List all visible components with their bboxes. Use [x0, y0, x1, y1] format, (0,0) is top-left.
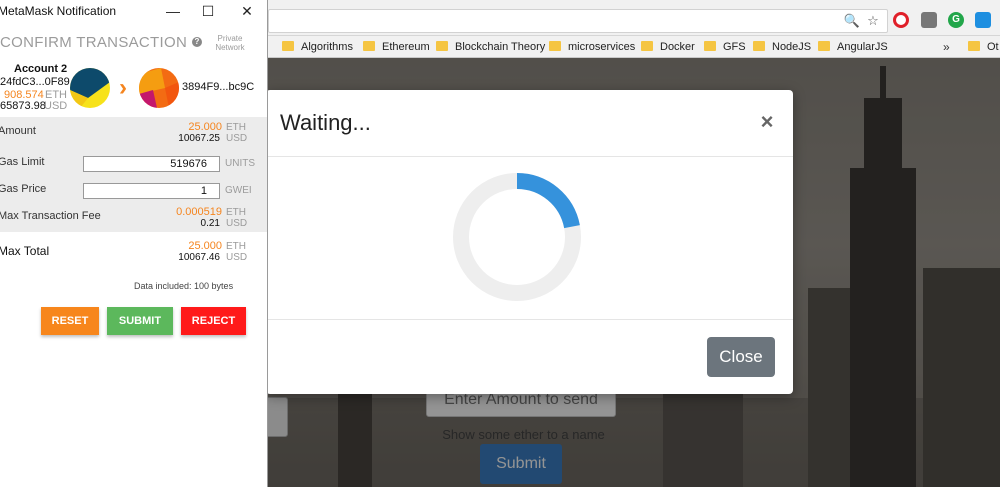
sender-avatar — [70, 68, 110, 108]
max-total-eth: 25.000 — [188, 240, 222, 252]
modal-body — [266, 157, 793, 319]
minimize-icon[interactable]: — — [163, 2, 183, 20]
folder-icon — [641, 41, 653, 51]
zoom-icon[interactable]: 🔍 — [843, 12, 861, 30]
recipient-address: 3894F9...bc9C — [182, 81, 255, 93]
address-bar[interactable] — [268, 9, 888, 33]
bookmark-star-icon[interactable]: ☆ — [864, 12, 882, 30]
bookmark-algorithms[interactable]: Algorithms — [282, 39, 353, 55]
bookmark-gfs[interactable]: GFS — [704, 39, 746, 55]
gas-price-unit: GWEI — [225, 185, 252, 196]
window-title: MetaMask Notification — [0, 4, 117, 18]
window-titlebar: MetaMask Notification — ☐ ✕ — [0, 0, 267, 22]
network-label: Private Network — [215, 34, 245, 52]
modal-header: Waiting... × — [266, 90, 793, 157]
account-address: 24fdC3...0F89 — [0, 76, 70, 88]
reset-button[interactable]: RESET — [41, 307, 99, 335]
waiting-modal: Waiting... × Close — [266, 90, 793, 394]
extension-blue-icon[interactable] — [975, 12, 991, 28]
folder-icon — [549, 41, 561, 51]
amount-usd-unit: USD — [226, 133, 248, 144]
recipient-avatar — [139, 68, 179, 108]
bookmark-blockchain-theory[interactable]: Blockchain Theory — [436, 39, 545, 55]
window-close-icon[interactable]: ✕ — [237, 2, 257, 20]
bookmark-ethereum[interactable]: Ethereum — [363, 39, 430, 55]
reject-button[interactable]: REJECT — [181, 307, 246, 335]
metamask-window: MetaMask Notification — ☐ ✕ CONFIRM TRAN… — [0, 0, 268, 487]
folder-icon — [968, 41, 980, 51]
bookmark-nodejs[interactable]: NodeJS — [753, 39, 811, 55]
max-total-eth-unit: ETH — [226, 241, 246, 252]
help-icon[interactable]: ? — [192, 37, 202, 47]
modal-footer: Close — [266, 319, 793, 394]
folder-icon — [753, 41, 765, 51]
max-fee-usd-unit: USD — [226, 218, 248, 229]
max-fee-usd: 0.21 — [200, 218, 220, 229]
bookmarks-bar: Algorithms Ethereum Blockchain Theory mi… — [268, 36, 1000, 58]
opera-extension-icon[interactable] — [893, 12, 909, 28]
balance-usd-unit: USD — [44, 100, 68, 112]
amount-eth: 25.000 — [188, 121, 222, 133]
bookmark-other[interactable]: Ot — [968, 39, 999, 55]
confirm-heading: CONFIRM TRANSACTION — [0, 34, 188, 51]
data-included-label: Data included: 100 bytes — [134, 281, 234, 291]
amount-eth-unit: ETH — [226, 122, 246, 133]
max-fee-eth-unit: ETH — [226, 207, 246, 218]
account-balance-usd: 65873.98 — [0, 100, 46, 112]
modal-title: Waiting... — [280, 110, 371, 135]
folder-icon — [704, 41, 716, 51]
gas-limit-label: Gas Limit — [0, 156, 45, 168]
max-fee-eth: 0.000519 — [176, 206, 222, 218]
gas-price-label: Gas Price — [0, 183, 47, 195]
amount-label: Amount — [0, 125, 36, 137]
maximize-icon[interactable]: ☐ — [198, 2, 218, 20]
folder-icon — [818, 41, 830, 51]
gas-limit-input[interactable]: 519676 — [83, 156, 220, 172]
loading-spinner — [453, 173, 581, 301]
gas-limit-unit: UNITS — [225, 158, 255, 169]
bookmark-microservices[interactable]: microservices — [549, 39, 635, 55]
bookmark-docker[interactable]: Docker — [641, 39, 695, 55]
bookmarks-overflow-button[interactable]: » — [943, 39, 950, 55]
chevron-right-icon: › — [119, 74, 127, 101]
account-name: Account 2 — [14, 63, 68, 75]
max-total-usd: 10067.46 — [178, 252, 220, 263]
extension-icon[interactable] — [921, 12, 937, 28]
folder-icon — [363, 41, 375, 51]
max-total-label: Max Total — [0, 244, 50, 258]
gas-price-input[interactable]: 1 — [83, 183, 220, 199]
max-total-usd-unit: USD — [226, 252, 248, 263]
folder-icon — [436, 41, 448, 51]
bookmark-angularjs[interactable]: AngularJS — [818, 39, 888, 55]
amount-usd: 10067.25 — [178, 133, 220, 144]
grammarly-icon[interactable]: G — [948, 12, 964, 28]
submit-button[interactable]: SUBMIT — [107, 307, 173, 335]
folder-icon — [282, 41, 294, 51]
close-icon[interactable]: × — [756, 110, 778, 134]
close-button[interactable]: Close — [707, 337, 775, 377]
max-fee-label: Max Transaction Fee — [0, 210, 101, 222]
